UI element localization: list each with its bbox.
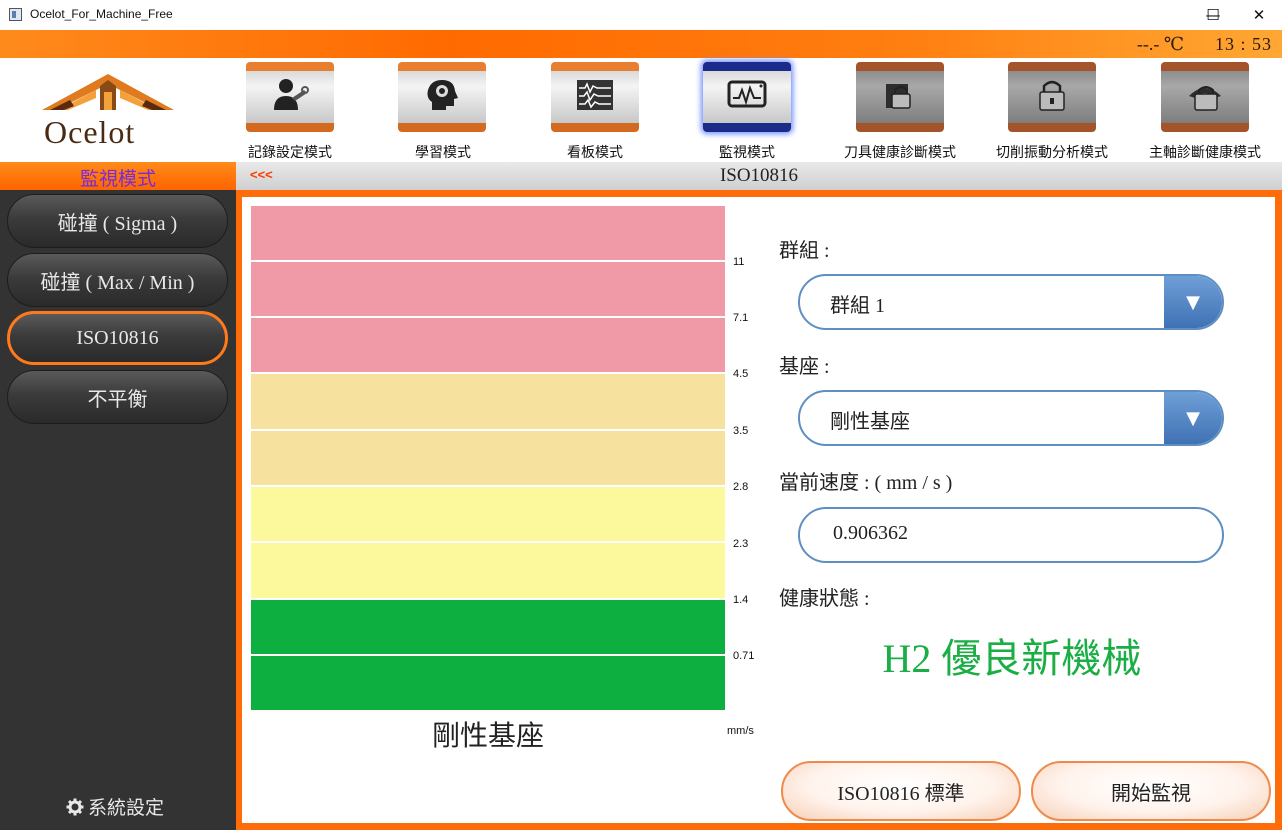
system-settings-label: 系統設定 — [88, 798, 165, 819]
mode-title: 監視模式 — [79, 169, 156, 190]
app-icon — [9, 8, 22, 21]
maximize-button[interactable]: ☐ — [1190, 0, 1236, 30]
system-settings-link[interactable]: 系統設定 — [66, 793, 164, 820]
zone-divider — [251, 485, 725, 487]
close-button[interactable]: ✕ — [1236, 0, 1282, 30]
zone-divider — [251, 316, 725, 318]
tool-tool-health[interactable] — [856, 62, 946, 136]
tool-record-settings[interactable] — [246, 62, 336, 136]
zone-band — [251, 262, 725, 317]
tool-vibration-analysis[interactable] — [1008, 62, 1098, 136]
zone-band — [251, 318, 725, 373]
tool-label-vibration-analysis: 切削振動分析模式 — [996, 146, 1108, 161]
chevron-down-icon: ▼ — [1164, 276, 1222, 328]
zone-divider — [251, 598, 725, 600]
tick-label: 4.5 — [733, 368, 749, 380]
group-select-value: 群組 1 — [830, 295, 885, 317]
user-wrench-icon — [274, 79, 309, 110]
zone-divider — [251, 541, 725, 543]
sidebar-item-collision-maxmin[interactable]: 碰撞 ( Max / Min ) — [7, 253, 228, 307]
sidebar-item-collision-sigma[interactable]: 碰撞 ( Sigma ) — [7, 194, 228, 248]
monitor-wave-icon — [727, 80, 767, 108]
chart-caption: 剛性基座 — [431, 721, 544, 752]
tool-label-monitor: 監視模式 — [719, 146, 775, 161]
zone-band — [251, 374, 725, 429]
base-select[interactable]: 剛性基座 ▼ — [798, 390, 1224, 446]
zone-band — [251, 655, 725, 710]
tool-spindle-health[interactable] — [1161, 62, 1251, 136]
tool-learning[interactable] — [398, 62, 488, 136]
tick-label: 11 — [733, 256, 745, 268]
temperature-readout: --.- ℃ — [1136, 34, 1184, 54]
base-label: 基座 : — [779, 356, 830, 378]
zone-band — [251, 599, 725, 654]
clock: 13 : 53 — [1214, 34, 1272, 54]
tick-label: 2.3 — [733, 538, 749, 550]
locked-tool-icon — [886, 84, 911, 109]
tick-label: 0.71 — [733, 650, 755, 662]
zone-band — [251, 206, 725, 261]
sidebar-item-iso10816[interactable]: ISO10816 — [7, 311, 228, 365]
logo-text: Ocelot — [44, 114, 136, 150]
zone-divider — [251, 429, 725, 431]
brain-gear-icon — [427, 80, 458, 110]
tool-label-spindle-health: 主軸診斷健康模式 — [1149, 146, 1261, 161]
health-label: 健康狀態 : — [779, 588, 870, 610]
tick-label: 2.8 — [733, 481, 749, 493]
tool-label-tool-health: 刀具健康診斷模式 — [844, 146, 956, 161]
tool-label-dashboard: 看板模式 — [567, 146, 623, 161]
group-select[interactable]: 群組 1 ▼ — [798, 274, 1224, 330]
zone-band — [251, 487, 725, 542]
start-monitoring-button[interactable]: 開始監視 — [1031, 761, 1271, 821]
zone-divider — [251, 260, 725, 262]
status-bar — [0, 30, 1282, 58]
tick-label: 7.1 — [733, 312, 749, 324]
speed-value: 0.906362 — [833, 522, 908, 544]
health-status: H2 優良新機械 — [882, 636, 1142, 681]
tick-label: 3.5 — [733, 425, 749, 437]
locked-vibration-icon — [1039, 80, 1065, 111]
chart-unit-label: mm/s — [727, 725, 754, 737]
minimize-icon-slot — [1148, 0, 1194, 30]
iso10816-standard-button[interactable]: ISO10816 標準 — [781, 761, 1021, 821]
waveform-board-icon — [577, 80, 613, 110]
gear-icon — [66, 798, 84, 815]
tool-monitor[interactable] — [703, 62, 793, 136]
tick-label: 1.4 — [733, 594, 749, 606]
tool-label-record-settings: 記錄設定模式 — [248, 146, 332, 161]
zone-band — [251, 543, 725, 598]
zone-band — [251, 430, 725, 485]
speed-label: 當前速度 : ( mm / s ) — [779, 472, 953, 494]
chevron-down-icon: ▼ — [1164, 392, 1222, 444]
window-titlebar — [0, 0, 1282, 30]
base-select-value: 剛性基座 — [830, 411, 910, 433]
locked-spindle-icon — [1189, 86, 1221, 111]
tool-dashboard[interactable] — [551, 62, 641, 136]
sidebar-item-unbalance[interactable]: 不平衡 — [7, 370, 228, 424]
zone-divider — [251, 372, 725, 374]
group-label: 群組 : — [779, 240, 830, 262]
subheader-title: ISO10816 — [719, 165, 799, 186]
window-title: Ocelot_For_Machine_Free — [30, 7, 173, 21]
tool-label-learning: 學習模式 — [415, 146, 471, 161]
zone-divider — [251, 654, 725, 656]
